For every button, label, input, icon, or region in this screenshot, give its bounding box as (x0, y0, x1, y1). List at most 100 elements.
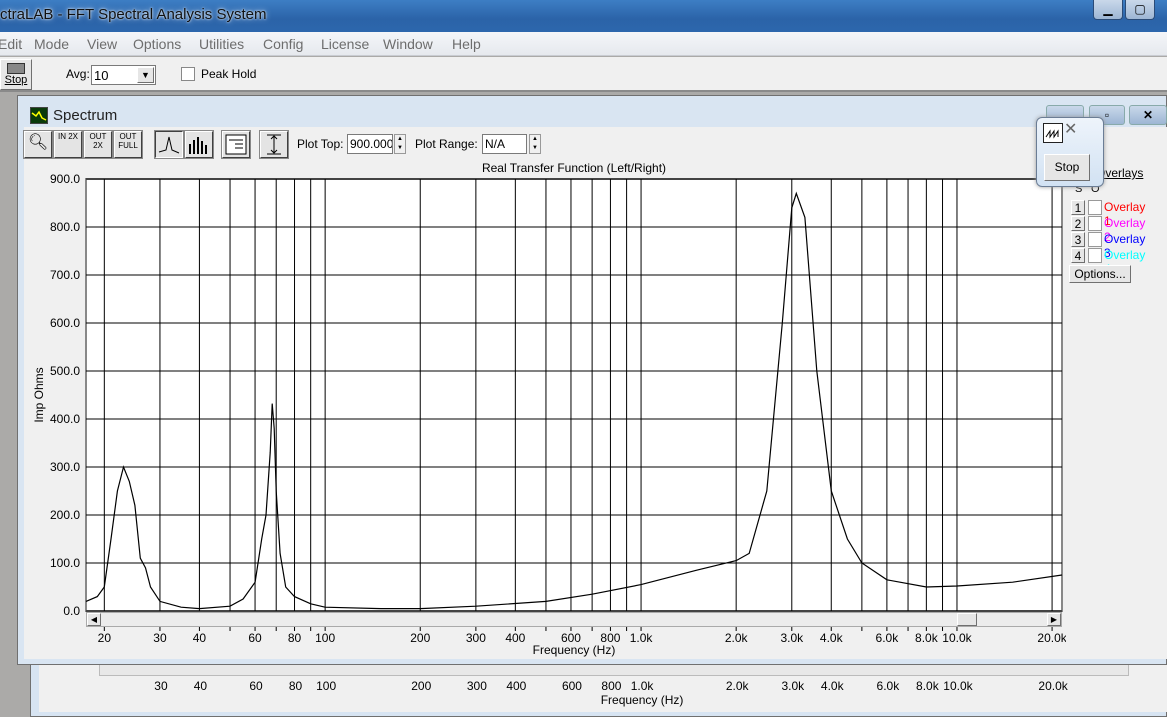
back-x-tick-label: 300 (467, 679, 487, 693)
auto-scale-button[interactable] (259, 130, 289, 159)
x-tick-label: 3.0k (780, 631, 804, 645)
magnifier-icon: 🔍︎ (27, 134, 49, 151)
x-tick-label: 200 (410, 631, 430, 645)
bar-graph-icon (189, 137, 207, 154)
plot-range-label: Plot Range: (415, 137, 478, 151)
overlay-options-button[interactable]: Options... (1069, 265, 1131, 283)
back-x-tick-label: 100 (316, 679, 336, 693)
menu-utilities[interactable]: Utilities (199, 36, 244, 52)
y-tick-label: 400.0 (50, 412, 80, 426)
plot-top-input[interactable]: 900.000 (347, 134, 393, 154)
back-x-tick-label: 200 (411, 679, 431, 693)
avg-label: Avg: (66, 67, 90, 81)
plot-top-label: Plot Top: (297, 137, 344, 151)
chevron-down-icon[interactable]: ▼ (137, 67, 154, 83)
menu-license[interactable]: License (321, 36, 369, 52)
overlay-1-checkbox[interactable] (1088, 200, 1102, 215)
zoom-full-icon: OUT FULL (118, 132, 138, 150)
overlay-3-select-button[interactable]: 3 (1071, 232, 1085, 247)
back-x-tick-label: 20.0k (1038, 679, 1068, 693)
bar-mode-button[interactable] (184, 130, 214, 159)
menu-help[interactable]: Help (452, 36, 481, 52)
zoom-in-2x-button[interactable]: IN 2X (53, 130, 83, 159)
menu-bar: Edit Mode View Options Utilities Config … (0, 32, 1167, 56)
menu-options[interactable]: Options (133, 36, 181, 52)
y-tick-label: 900.0 (50, 172, 80, 186)
display-settings-button[interactable] (221, 130, 251, 159)
menu-config[interactable]: Config (263, 36, 303, 52)
x-tick-label: 4.0k (820, 631, 844, 645)
back-x-tick-label: 40 (194, 679, 208, 693)
vertical-range-icon (267, 134, 281, 155)
zoom-out-full-button[interactable]: OUT FULL (113, 130, 143, 159)
y-tick-label: 200.0 (50, 508, 80, 522)
overlay-4-checkbox[interactable] (1088, 248, 1102, 263)
back-x-tick-label: 60 (249, 679, 263, 693)
back-x-tick-label: 800 (601, 679, 621, 693)
back-frequency-axis: 30 40 60 80 100 200 300 400 600 800 1.0k 2.0k 3.0k 4.… (154, 679, 1068, 707)
maximize-button[interactable]: ▢ (1125, 0, 1155, 20)
overlay-2-checkbox[interactable] (1088, 216, 1102, 231)
sawtooth-icon (1043, 123, 1063, 143)
avg-select[interactable]: 10 ▼ (91, 65, 156, 85)
overlay-2-select-button[interactable]: 2 (1071, 216, 1085, 231)
overlay-4-select-button[interactable]: 4 (1071, 248, 1085, 263)
x-axis-label: Frequency (Hz) (533, 643, 616, 657)
menu-window[interactable]: Window (383, 36, 433, 52)
x-tick-label: 8.0k (915, 631, 939, 645)
peak-hold-checkbox[interactable] (181, 67, 195, 81)
x-tick-label: 2.0k (725, 631, 749, 645)
y-tick-label: 0.0 (63, 604, 80, 618)
back-x-tick-label: 10.0k (943, 679, 973, 693)
plot-top-spinner[interactable]: ▲ ▼ (394, 134, 406, 154)
x-tick-label: 40 (193, 631, 207, 645)
back-x-tick-label: 4.0k (821, 679, 845, 693)
y-tick-label: 500.0 (50, 364, 80, 378)
x-tick-label: 10.0k (942, 631, 972, 645)
title-bar: ctraLAB - FFT Spectral Analysis System ▁… (0, 0, 1167, 32)
y-tick-label: 100.0 (50, 556, 80, 570)
spectrum-chart: Real Transfer Function (Left/Right) 0.0 10… (32, 161, 1066, 657)
menu-edit[interactable]: Edit (0, 36, 22, 52)
spectrum-close-button[interactable]: ✕ (1129, 105, 1167, 125)
menu-view[interactable]: View (87, 36, 117, 52)
overlay-3-checkbox[interactable] (1088, 232, 1102, 247)
chart-title: Real Transfer Function (Left/Right) (482, 161, 666, 175)
app-title: ctraLAB - FFT Spectral Analysis System (0, 6, 267, 23)
scroll-left-button[interactable]: ◀ (87, 613, 101, 626)
settings-panel-icon (225, 134, 247, 155)
floating-control-popup: ✕ Stop (1036, 117, 1104, 187)
plot-range-input[interactable]: N/A (482, 134, 527, 154)
scroll-right-button[interactable]: ▶ (1047, 613, 1061, 626)
close-icon[interactable]: ✕ (1064, 119, 1077, 139)
scrollbar-thumb[interactable] (957, 613, 977, 626)
line-mode-button[interactable] (154, 130, 184, 159)
overlay-1-select-button[interactable]: 1 (1071, 200, 1085, 215)
popup-stop-button[interactable]: Stop (1044, 154, 1090, 181)
x-tick-label: 100 (315, 631, 335, 645)
spectrum-window-title: Spectrum (53, 107, 118, 124)
x-tick-label: 20 (98, 631, 112, 645)
horizontal-scrollbar[interactable]: ◀ ▶ (86, 612, 1062, 627)
y-tick-label: 600.0 (50, 316, 80, 330)
peak-hold-label: Peak Hold (201, 67, 257, 81)
zoom-out-icon: OUT 2X (89, 132, 107, 150)
menu-mode[interactable]: Mode (34, 36, 69, 52)
x-tick-label: 30 (153, 631, 167, 645)
back-x-tick-label: 2.0k (726, 679, 750, 693)
x-tick-label: 60 (248, 631, 262, 645)
plot-range-spinner[interactable]: ▲ ▼ (529, 134, 541, 154)
minimize-button[interactable]: ▁ (1093, 0, 1123, 20)
zoom-out-2x-button[interactable]: OUT 2X (83, 130, 113, 159)
zoom-button[interactable]: 🔍︎ (23, 130, 53, 159)
y-tick-label: 700.0 (50, 268, 80, 282)
back-scrollbar[interactable] (99, 664, 1129, 676)
zoom-in-icon: IN 2X (57, 132, 78, 141)
stop-button[interactable]: Stop (0, 59, 32, 90)
x-tick-label: 400 (505, 631, 525, 645)
avg-value: 10 (94, 68, 109, 83)
back-x-tick-label: 3.0k (781, 679, 805, 693)
y-axis-label: Imp Ohms (32, 367, 46, 422)
x-tick-label: 6.0k (876, 631, 900, 645)
main-toolbar: Stop Avg: 10 ▼ Peak Hold (0, 57, 1167, 92)
